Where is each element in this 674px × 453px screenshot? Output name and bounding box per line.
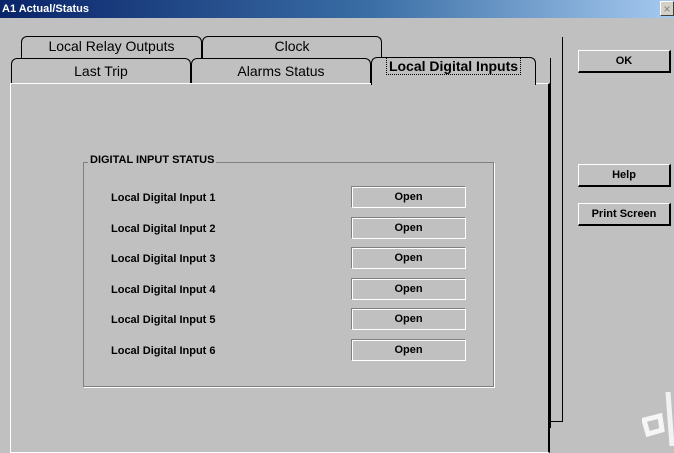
- close-icon[interactable]: ×: [660, 1, 674, 16]
- tab-stack-edge: [550, 421, 563, 422]
- tab-alarms-status[interactable]: Alarms Status: [191, 58, 371, 84]
- tab-clock[interactable]: Clock: [202, 36, 382, 60]
- window-title-bar: A1 Actual/Status: [0, 0, 674, 18]
- tab-label: Local Digital Inputs: [385, 57, 522, 75]
- input-status-value: Open: [351, 339, 466, 361]
- tab-label: Last Trip: [74, 63, 128, 79]
- input-label: Local Digital Input 3: [111, 253, 216, 265]
- watermark-mark: [642, 391, 674, 447]
- input-label: Local Digital Input 5: [111, 314, 216, 326]
- input-label: Local Digital Input 1: [111, 192, 216, 204]
- window-title: A1 Actual/Status: [2, 3, 90, 15]
- print-screen-button[interactable]: Print Screen: [578, 203, 671, 226]
- input-label: Local Digital Input 6: [111, 345, 216, 357]
- ok-button[interactable]: OK: [578, 50, 671, 73]
- input-status-value: Open: [351, 308, 466, 330]
- tab-stack-edge: [550, 58, 551, 428]
- tab-local-digital-inputs[interactable]: Local Digital Inputs: [371, 57, 536, 85]
- tab-label: Local Relay Outputs: [48, 38, 175, 54]
- tab-stack-edge: [562, 37, 563, 422]
- tab-label: Clock: [274, 38, 310, 54]
- input-status-value: Open: [351, 186, 466, 208]
- input-label: Local Digital Input 4: [111, 284, 216, 296]
- input-status-value: Open: [351, 247, 466, 269]
- input-status-value: Open: [351, 217, 466, 239]
- input-label: Local Digital Input 2: [111, 223, 216, 235]
- group-title: DIGITAL INPUT STATUS: [88, 154, 217, 166]
- tab-label: Alarms Status: [237, 63, 325, 79]
- tab-last-trip[interactable]: Last Trip: [11, 58, 191, 84]
- tab-local-relay-outputs[interactable]: Local Relay Outputs: [21, 36, 202, 60]
- help-button[interactable]: Help: [578, 164, 671, 187]
- input-status-value: Open: [351, 278, 466, 300]
